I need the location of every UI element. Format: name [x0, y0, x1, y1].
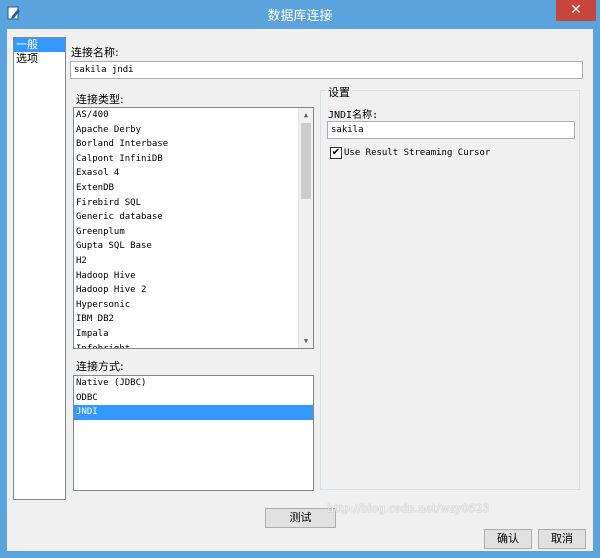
access-method-item[interactable]: JNDI: [74, 405, 313, 420]
connection-type-label: 连接类型:: [76, 93, 124, 106]
connection-type-item[interactable]: Calpont InfiniDB: [74, 152, 313, 167]
check-icon: ✔: [331, 147, 341, 158]
connection-type-item[interactable]: Generic database: [74, 210, 313, 225]
connection-type-item[interactable]: Hypersonic: [74, 298, 313, 313]
scroll-up-icon[interactable]: ▲: [299, 108, 313, 122]
close-icon: ✕: [570, 2, 582, 18]
streaming-cursor-checkbox[interactable]: ✔: [330, 147, 342, 159]
connection-name-label: 连接名称:: [71, 46, 119, 59]
watermark: http://blog.csdn.net/wzy0623: [327, 502, 490, 515]
cancel-button[interactable]: 取消: [538, 529, 586, 549]
scroll-thumb[interactable]: [301, 123, 311, 199]
connection-type-scrollbar[interactable]: ▲ ▼: [298, 108, 313, 348]
connection-name-input[interactable]: sakila jndi: [70, 61, 583, 79]
nav-item-general[interactable]: 一般: [14, 38, 65, 52]
connection-type-item[interactable]: Hadoop Hive: [74, 269, 313, 284]
jndi-name-label: JNDI名称:: [328, 110, 379, 121]
dialog-body: 一般 选项 连接名称: sakila jndi 连接类型: AS/400 Apac…: [7, 29, 593, 551]
connection-type-item[interactable]: H2: [74, 254, 313, 269]
connection-type-item[interactable]: Firebird SQL: [74, 196, 313, 211]
close-button[interactable]: ✕: [556, 0, 596, 21]
category-list[interactable]: 一般 选项: [13, 37, 66, 500]
dialog-window: 数据库连接 ✕ 一般 选项 连接名称: sakila jndi 连接类型: AS…: [0, 0, 600, 558]
connection-type-item[interactable]: Impala: [74, 327, 313, 342]
connection-type-item[interactable]: IBM DB2: [74, 312, 313, 327]
connection-type-item[interactable]: Apache Derby: [74, 123, 313, 138]
scroll-down-icon[interactable]: ▼: [299, 334, 313, 348]
connection-type-list[interactable]: AS/400 Apache Derby Borland Interbase Calpo…: [73, 107, 314, 349]
connection-type-item[interactable]: ExtenDB: [74, 181, 313, 196]
ok-button[interactable]: 确认: [484, 529, 532, 549]
access-method-label: 连接方式:: [76, 360, 124, 373]
test-button[interactable]: 测试: [265, 508, 336, 528]
connection-type-item[interactable]: Infobright: [74, 342, 313, 349]
connection-type-item[interactable]: Exasol 4: [74, 166, 313, 181]
title-bar[interactable]: 数据库连接 ✕: [0, 0, 600, 28]
connection-type-item[interactable]: Greenplum: [74, 225, 313, 240]
connection-type-item[interactable]: Gupta SQL Base: [74, 239, 313, 254]
streaming-cursor-label[interactable]: Use Result Streaming Cursor: [344, 148, 490, 158]
settings-group-title: 设置: [326, 84, 352, 100]
nav-item-options[interactable]: 选项: [14, 52, 65, 66]
connection-type-item[interactable]: AS/400: [74, 108, 313, 123]
access-method-item[interactable]: ODBC: [74, 391, 313, 406]
connection-type-item[interactable]: Hadoop Hive 2: [74, 283, 313, 298]
connection-type-item[interactable]: Borland Interbase: [74, 137, 313, 152]
access-method-item[interactable]: Native (JDBC): [74, 376, 313, 391]
window-title: 数据库连接: [267, 9, 333, 24]
jndi-name-input[interactable]: sakila: [327, 121, 575, 139]
access-method-list[interactable]: Native (JDBC) ODBC JNDI: [73, 375, 314, 491]
